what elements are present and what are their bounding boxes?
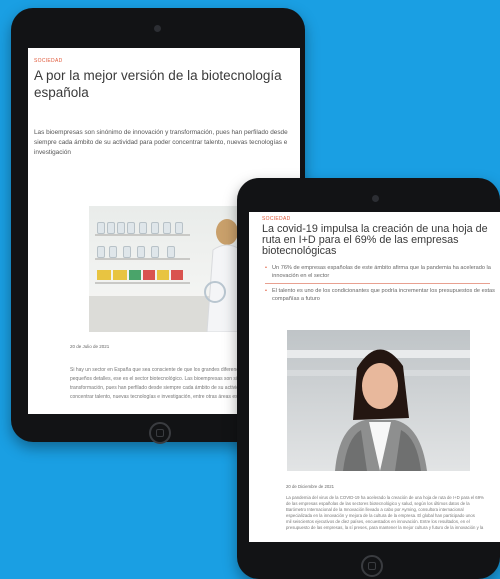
article-body: La pandemia del virus de la COVID-19 ha … [286,495,484,530]
front-tablet-screen[interactable]: SOCIEDAD La covid-19 impulsa la creación… [249,212,500,542]
home-button[interactable] [149,422,171,444]
highlights-list: • Un 76% de empresas españolas de este ám… [265,264,495,306]
home-button[interactable] [361,555,383,577]
status-bar [28,48,300,56]
woman-figure [335,349,427,471]
front-camera [154,25,161,32]
front-tablet: SOCIEDAD La covid-19 impulsa la creación… [237,178,500,579]
portrait-photo [287,330,470,471]
section-label[interactable]: SOCIEDAD [34,58,292,64]
front-camera [372,195,379,202]
article-title: La covid-19 impulsa la creación de una h… [262,223,488,257]
article-lead: Las bioempresas son sinónimo de innovaci… [34,129,288,156]
article-date: 20 de Diciembre de 2021 [286,484,335,489]
article-title: A por la mejor versión de la biotecnolog… [34,68,282,100]
section-label[interactable]: SOCIEDAD [262,216,500,222]
highlight-item: • Un 76% de empresas españolas de este ám… [265,265,491,279]
highlight-item: • El talento es uno de los condicionantes… [265,288,495,302]
article-date: 20 de Julio de 2021 [70,344,110,349]
